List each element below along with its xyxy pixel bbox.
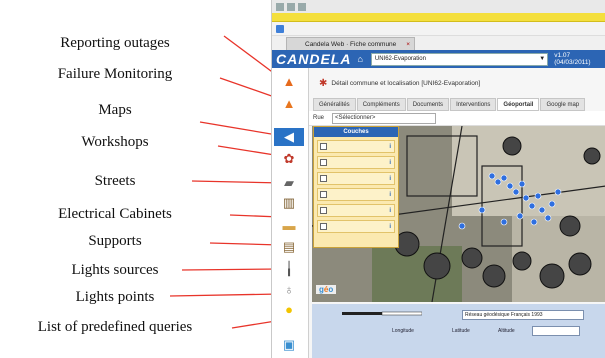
tab-generalites[interactable]: Généralités [313,98,356,111]
crs-select[interactable]: Réseau géodésique Français 1993 [462,310,584,320]
longitude-label: Longitude [392,328,414,334]
label-workshops: Workshops [81,134,149,150]
label-streets: Streets [94,173,136,189]
address-bar[interactable] [272,22,605,36]
street-select[interactable]: <Sélectionner> [332,112,437,124]
layer-row[interactable]: i [317,156,395,169]
label-failure-monitoring: Failure Monitoring [57,66,173,82]
main-panel: ✱ Détail commune et localisation [UNI62-… [309,68,605,358]
light-bulb-icon[interactable]: ♁ [279,280,299,298]
streets-icon[interactable]: ▰ [279,174,299,192]
favicon-icon [276,24,284,33]
crs-value: Réseau géodésique Français 1993 [465,312,543,318]
close-icon[interactable]: × [406,41,410,48]
browser-tab[interactable]: Candela Web · Fiche commune × [286,37,416,51]
window-toolbar [272,0,605,13]
coordinate-format-select[interactable] [532,326,580,336]
lights-points-icon[interactable]: ● [279,300,299,318]
detail-icon: ✱ [319,77,328,89]
map-view[interactable]: Couches i i i i i i géo [312,126,605,302]
maps-icon[interactable]: ◀ [274,128,304,146]
layer-checkbox[interactable] [320,143,327,150]
layer-row[interactable]: i [317,140,395,153]
layers-panel[interactable]: Couches i i i i i i [313,126,399,248]
app-header: CANDELA ⌂ UNI62-Evaporation ▼ v1.07 (04/… [272,50,605,68]
layer-row[interactable]: i [317,172,395,185]
site-select-value: UNI62-Evaporation [374,55,426,62]
toolbar-icon[interactable] [276,2,284,11]
folder-icon[interactable]: ▬ [279,216,299,234]
latitude-label: Latitude [452,328,470,334]
highlight-bar [272,13,605,22]
sidebar: ▲ ▲ ◀ ✿ ▰ ▥ ▬ ▤ ╽ ♁ ● ▣ [272,68,309,358]
layer-checkbox[interactable] [320,175,327,182]
candela-app-window: Candela Web · Fiche commune × CANDELA ⌂ U… [271,0,605,358]
toolbar-icon[interactable] [287,2,295,11]
street-label: Rue [313,115,325,121]
site-select[interactable]: UNI62-Evaporation ▼ [370,52,549,66]
layer-checkbox[interactable] [320,223,327,230]
info-icon[interactable]: i [389,144,391,150]
info-icon[interactable]: i [389,160,391,166]
label-lights-points: Lights points [75,289,155,305]
tab-geoportail[interactable]: Géoportail [497,98,540,111]
label-electrical-cabinets: Electrical Cabinets [58,206,172,222]
layer-checkbox[interactable] [320,207,327,214]
browser-tab-title: Candela Web · Fiche commune [305,41,397,48]
electrical-cabinets-icon[interactable]: ▥ [279,194,299,212]
layer-row[interactable]: i [317,204,395,217]
info-icon[interactable]: i [389,192,391,198]
lights-sources-icon[interactable]: ╽ [279,260,299,278]
map-footer: Réseau géodésique Français 1993 Longitud… [312,304,605,358]
layer-checkbox[interactable] [320,191,327,198]
layer-row[interactable]: i [317,188,395,201]
layers-panel-title: Couches [314,127,398,137]
detail-header: ✱ Détail commune et localisation [UNI62-… [309,68,605,98]
layer-checkbox[interactable] [320,159,327,166]
info-icon[interactable]: i [389,208,391,214]
street-filter: Rue <Sélectionner> [309,111,605,126]
layer-row[interactable]: i [317,220,395,233]
label-reporting-outages: Reporting outages [60,35,170,51]
tab-google-map[interactable]: Google map [540,98,586,111]
label-maps: Maps [98,102,132,118]
altitude-label: Altitude [498,328,515,334]
supports-icon[interactable]: ▤ [279,238,299,256]
label-predefined-queries: List of predefined queries [37,319,193,335]
info-icon[interactable]: i [389,224,391,230]
subtab-bar: Généralités Compléments Documents Interv… [309,98,605,111]
workshops-icon[interactable]: ✿ [279,150,299,168]
home-icon[interactable]: ⌂ [357,54,362,64]
tab-complements[interactable]: Compléments [356,98,406,111]
predefined-queries-icon[interactable]: ▣ [279,336,299,354]
tab-interventions[interactable]: Interventions [450,98,497,111]
geoportail-logo: géo [316,285,337,294]
tab-documents[interactable]: Documents [406,98,450,111]
reporting-outages-icon[interactable]: ▲ [279,72,299,90]
detail-title: Détail commune et localisation [UNI62-Ev… [331,79,481,87]
chevron-down-icon: ▼ [539,55,546,62]
info-icon[interactable]: i [389,176,391,182]
toolbar-icon[interactable] [298,2,306,11]
label-lights-sources: Lights sources [71,262,159,278]
failure-monitoring-icon[interactable]: ▲ [279,94,299,112]
version-label: v1.07 (04/03/2011) [554,52,591,66]
candela-logo: CANDELA [276,51,352,67]
label-supports: Supports [88,233,142,249]
scale-bar [342,311,422,316]
